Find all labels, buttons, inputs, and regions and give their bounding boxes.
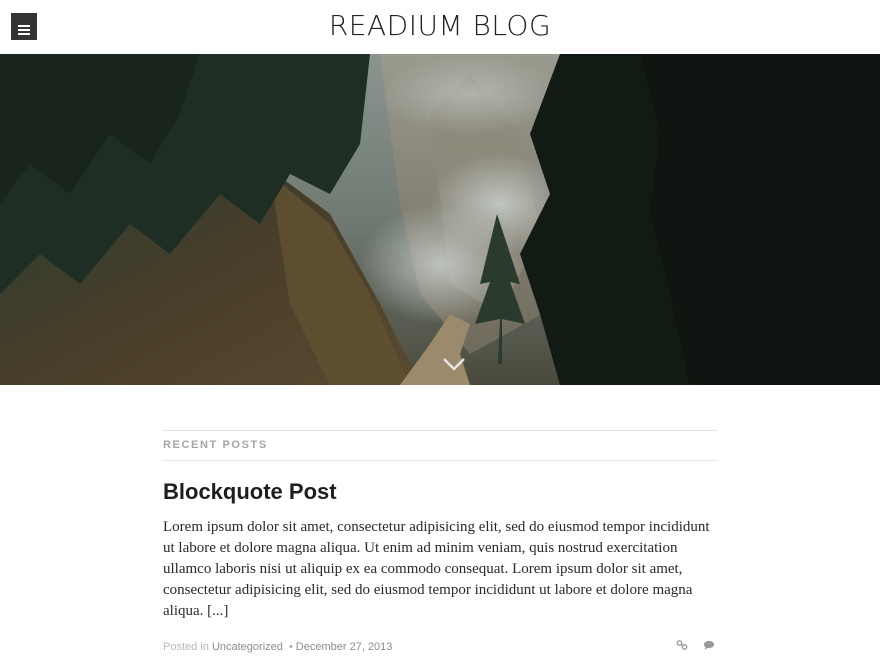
post-excerpt: Lorem ipsum dolor sit amet, consectetur …	[163, 519, 710, 619]
post-title[interactable]: Blockquote Post	[163, 479, 717, 505]
comment-icon[interactable]	[703, 640, 715, 654]
site-header: READIUM BLOG	[0, 0, 880, 54]
meta-separator: •	[288, 641, 293, 653]
site-title[interactable]: READIUM BLOG	[0, 9, 880, 42]
post-meta-icons	[664, 640, 715, 654]
post-card: Blockquote Post Lorem ipsum dolor sit am…	[163, 479, 717, 622]
category-link[interactable]: Uncategorized	[212, 641, 283, 653]
posted-in-label: Posted in	[163, 641, 209, 653]
link-icon[interactable]	[676, 640, 688, 654]
hero-image	[0, 54, 880, 385]
post-meta: Posted in Uncategorized • December 27, 20…	[163, 640, 717, 656]
section-heading: RECENT POSTS	[163, 430, 717, 461]
post-date-link[interactable]: December 27, 2013	[296, 641, 393, 653]
main-content: RECENT POSTS Blockquote Post Lorem ipsum…	[163, 430, 717, 622]
